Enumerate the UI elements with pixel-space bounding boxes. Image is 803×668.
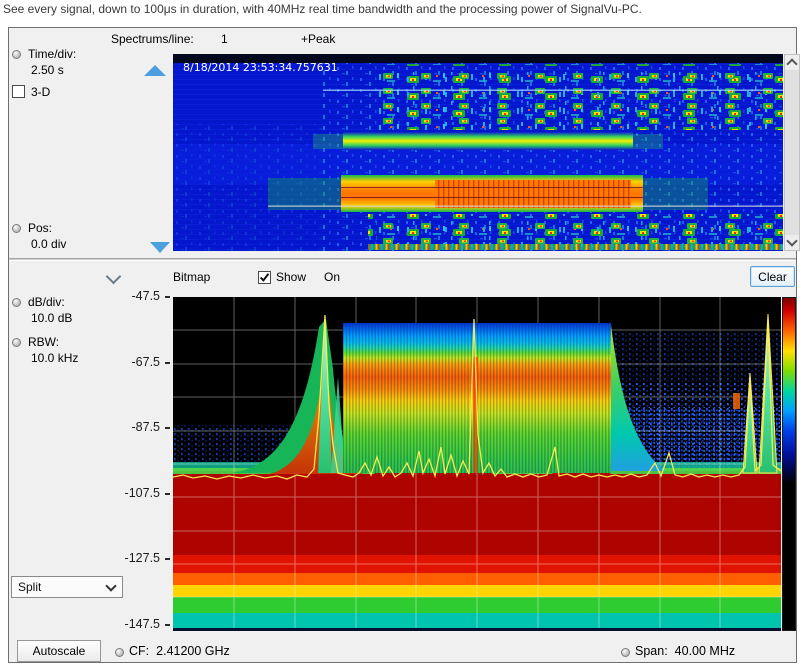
bitmap-spectrum-display[interactable] (173, 297, 781, 631)
check-icon (259, 272, 270, 283)
rbw-knob-icon[interactable] (12, 338, 21, 347)
db-per-div-value[interactable]: 10.0 dB (31, 311, 72, 325)
y-axis-tickmark (165, 624, 170, 626)
view-mode-dropdown[interactable]: Split (11, 576, 123, 598)
bitmap-spectrum-image (173, 297, 781, 631)
y-axis-tick: -47.5 (90, 289, 160, 303)
y-axis-tickmark (165, 493, 170, 495)
cf-knob-icon[interactable] (115, 648, 124, 657)
time-per-div-label: Time/div: (28, 47, 76, 61)
y-axis-tick: -87.5 (90, 420, 160, 434)
time-per-div-knob-icon[interactable] (12, 50, 21, 59)
y-axis-tickmark (165, 558, 170, 560)
scroll-down-icon[interactable] (785, 235, 799, 250)
pos-label: Pos: (28, 221, 52, 235)
spectrums-per-line-value[interactable]: 1 (221, 32, 228, 46)
three-d-label: 3-D (31, 85, 50, 99)
db-per-div-label: dB/div: (28, 295, 65, 309)
center-frequency-readout[interactable]: CF: 2.41200 GHz (129, 644, 230, 658)
spectrums-per-line-label: Spectrums/line: (111, 32, 194, 46)
db-per-div-knob-icon[interactable] (12, 298, 21, 307)
cf-label: CF: (129, 644, 149, 658)
spectrogram-timestamp: 8/18/2014 23:53:34.757631 (183, 61, 338, 74)
spectrogram-bottom-marker[interactable] (150, 242, 170, 253)
caption-text: See every signal, down to 100μs in durat… (3, 2, 642, 16)
span-label: Span: (635, 644, 668, 658)
cf-value: 2.41200 GHz (156, 644, 230, 658)
trace-type-label[interactable]: Bitmap (173, 270, 210, 284)
dropdown-chevron-icon (105, 580, 116, 591)
pos-value[interactable]: 0.0 div (31, 237, 66, 251)
y-axis-tick: -67.5 (90, 355, 160, 369)
span-value: 40.00 MHz (675, 644, 735, 658)
spectrogram-display[interactable]: 8/18/2014 23:53:34.757631 (173, 54, 783, 251)
rbw-value[interactable]: 10.0 kHz (31, 351, 78, 365)
chevron-down-icon[interactable] (108, 271, 119, 285)
app-window: See every signal, down to 100μs in durat… (0, 0, 803, 668)
three-d-checkbox[interactable] (12, 85, 25, 98)
y-axis-tick: -107.5 (90, 486, 160, 500)
scroll-up-icon[interactable] (785, 55, 799, 70)
span-knob-icon[interactable] (621, 648, 630, 657)
signalvu-panel: Spectrums/line: 1 +Peak Time/div: 2.50 s… (8, 27, 797, 663)
spectrogram-image: 8/18/2014 23:53:34.757631 (173, 54, 783, 251)
autoscale-button[interactable]: Autoscale (17, 640, 101, 662)
show-checkbox[interactable] (258, 271, 271, 284)
y-axis-tickmark (165, 296, 170, 298)
y-axis-tickmark (165, 362, 170, 364)
spectrogram-scrollbar[interactable] (784, 54, 800, 251)
y-axis-tick: -147.5 (90, 617, 160, 631)
pos-knob-icon[interactable] (12, 224, 21, 233)
density-colorbar (782, 297, 796, 631)
time-per-div-value[interactable]: 2.50 s (31, 63, 64, 77)
clear-button[interactable]: Clear (750, 266, 795, 287)
span-readout[interactable]: Span: 40.00 MHz (635, 644, 735, 658)
y-axis-tick: -127.5 (90, 551, 160, 565)
view-mode-value: Split (18, 580, 41, 594)
panel-divider (9, 258, 796, 261)
show-label: Show (276, 270, 306, 284)
spectrogram-top-marker[interactable] (144, 65, 166, 76)
y-axis-tickmark (165, 427, 170, 429)
show-state-label: On (324, 270, 340, 284)
detection-mode-value[interactable]: +Peak (301, 32, 335, 46)
rbw-label: RBW: (28, 335, 59, 349)
